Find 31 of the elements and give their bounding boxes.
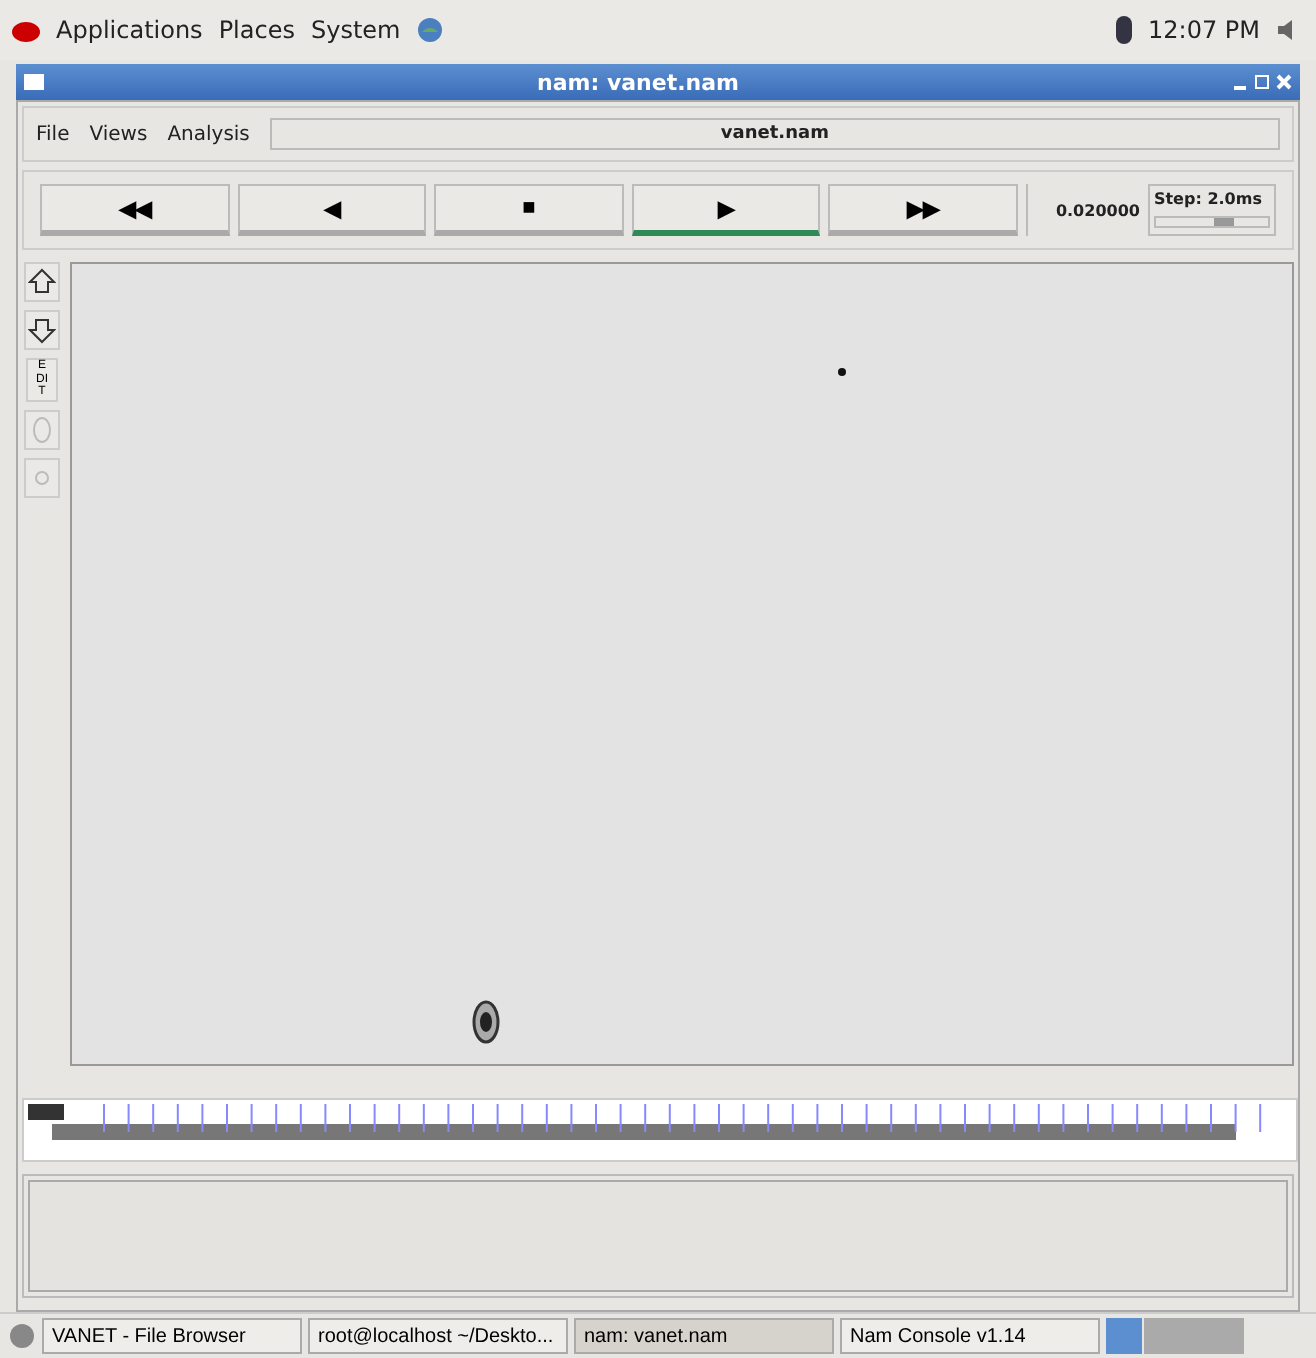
panel-menu[interactable]: System	[310, 16, 401, 44]
step-slider-thumb[interactable]	[1213, 218, 1234, 226]
time-readout: 0.020000	[1025, 184, 1140, 236]
zoom-in-icon[interactable]	[28, 268, 56, 296]
node-icon	[472, 1000, 500, 1044]
playback-button[interactable]: ◀	[237, 184, 427, 236]
file-name: vanet.nam	[269, 118, 1280, 150]
node-dot-icon	[838, 368, 846, 376]
menu-item[interactable]: Analysis	[167, 123, 250, 145]
panel-menu[interactable]: Places	[218, 16, 295, 44]
zoom-out-icon[interactable]	[28, 316, 56, 344]
globe-icon[interactable]	[416, 16, 445, 44]
playback-button[interactable]: ▶▶	[828, 184, 1018, 236]
taskbar-button[interactable]: nam: vanet.nam	[574, 1318, 834, 1354]
timeline-thumb[interactable]	[28, 1104, 64, 1120]
workspace-switcher-icon[interactable]	[1106, 1318, 1246, 1354]
window-controls-icon[interactable]	[1232, 72, 1292, 92]
window-title: nam: vanet.nam	[535, 69, 741, 95]
taskbar-button[interactable]: VANET - File Browser	[42, 1318, 302, 1354]
menu-item[interactable]: File	[36, 123, 70, 145]
clock: 12:07 PM	[1148, 16, 1260, 44]
taskbar-button[interactable]: root@localhost ~/Deskto...	[308, 1318, 568, 1354]
menu-item[interactable]: Views	[89, 123, 148, 145]
panel-menu[interactable]: Applications	[56, 16, 203, 44]
oval-icon[interactable]	[32, 415, 52, 444]
playback-button[interactable]: ◀◀	[40, 184, 230, 236]
step-label: Step: 2.0ms	[1153, 190, 1264, 208]
playback-button[interactable]: ▶	[631, 184, 821, 236]
taskbar-button[interactable]: Nam Console v1.14	[840, 1318, 1100, 1354]
playback-button[interactable]: ■	[434, 184, 624, 236]
small-circle-icon[interactable]	[34, 469, 50, 486]
